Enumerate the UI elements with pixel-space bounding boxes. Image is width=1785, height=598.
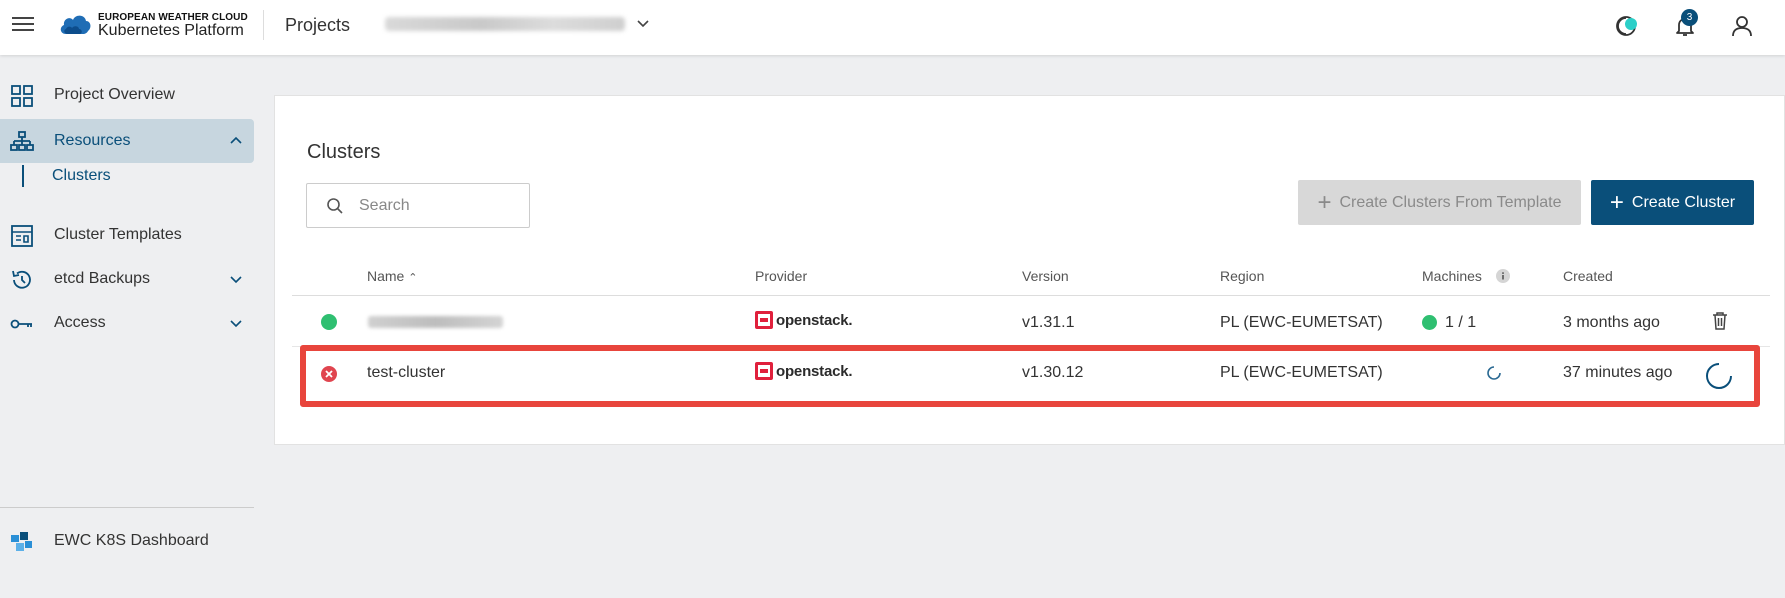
sidebar-item-etcd-backups[interactable]: etcd Backups — [0, 257, 254, 301]
sidebar-item-label: Cluster Templates — [54, 226, 182, 243]
dashboard-link-icon — [11, 532, 32, 551]
sidebar-item-label: Resources — [54, 132, 131, 149]
column-header-machines: Machines — [1422, 268, 1510, 284]
trash-icon[interactable] — [1711, 311, 1729, 331]
machines-count: 1 / 1 — [1445, 314, 1477, 331]
info-icon[interactable] — [1495, 269, 1510, 283]
column-header-label: Machines — [1422, 268, 1482, 284]
create-clusters-from-template-button[interactable]: + Create Clusters From Template — [1298, 180, 1581, 225]
brand-subtitle: Kubernetes Platform — [98, 22, 244, 39]
chevron-down-icon[interactable] — [228, 271, 244, 287]
template-icon — [11, 225, 33, 247]
openstack-logo: openstack. — [755, 311, 853, 329]
sidebar-item-clusters[interactable]: Clusters — [0, 163, 254, 189]
sidebar-item-project-overview[interactable]: Project Overview — [0, 73, 254, 117]
sitemap-icon — [10, 131, 34, 151]
sidebar-item-ewc-dashboard[interactable]: EWC K8S Dashboard — [0, 519, 254, 563]
provider-label: openstack. — [776, 311, 853, 329]
create-cluster-button[interactable]: + Create Cluster — [1591, 180, 1754, 225]
column-header-name[interactable]: Name ⌃ — [367, 268, 417, 284]
sort-ascending-icon[interactable]: ⌃ — [408, 272, 417, 284]
cluster-name-redacted[interactable] — [368, 316, 503, 328]
plus-icon: + — [1609, 188, 1624, 216]
search-input[interactable] — [359, 195, 519, 217]
sidebar-item-label: Clusters — [52, 167, 111, 184]
notification-badge: 3 — [1681, 9, 1698, 26]
created-time: 3 months ago — [1563, 314, 1660, 331]
history-icon — [12, 270, 31, 289]
grid-icon — [11, 85, 33, 107]
sidebar-item-label: EWC K8S Dashboard — [54, 532, 209, 549]
machines-status-icon — [1422, 315, 1437, 330]
button-label: Create Cluster — [1631, 193, 1736, 211]
sidebar-item-cluster-templates[interactable]: Cluster Templates — [0, 213, 254, 257]
cluster-version: v1.31.1 — [1022, 314, 1075, 331]
key-icon — [10, 319, 32, 329]
column-header-region: Region — [1220, 268, 1265, 284]
status-running-icon — [321, 314, 337, 330]
page-title: Clusters — [307, 141, 381, 163]
sidebar-item-label: Access — [54, 314, 106, 331]
project-name-redacted[interactable] — [385, 17, 625, 31]
sidebar-item-label: etcd Backups — [54, 270, 151, 287]
user-icon[interactable] — [1729, 13, 1755, 39]
chevron-down-icon[interactable] — [228, 315, 244, 331]
menu-icon[interactable] — [12, 14, 34, 36]
column-header-version: Version — [1022, 268, 1069, 284]
cluster-region: PL (EWC-EUMETSAT) — [1220, 314, 1383, 331]
column-header-provider: Provider — [755, 268, 808, 284]
chevron-up-icon[interactable] — [228, 133, 244, 149]
plus-icon: + — [1317, 188, 1332, 216]
sidebar: Project Overview Resources Clusters Clus… — [0, 55, 254, 598]
column-header-label: Name — [367, 268, 405, 284]
cloud-logo-icon[interactable] — [58, 10, 92, 40]
chevron-down-icon[interactable] — [634, 15, 652, 33]
search-box[interactable] — [306, 183, 530, 228]
sidebar-item-access[interactable]: Access — [0, 301, 254, 345]
table-header-divider — [292, 295, 1770, 296]
top-bar: EUROPEAN WEATHER CLOUD Kubernetes Platfo… — [0, 0, 1785, 55]
theme-toggle-icon[interactable] — [1614, 13, 1640, 39]
sidebar-item-label: Project Overview — [54, 86, 175, 103]
active-indicator — [22, 165, 24, 187]
openstack-icon — [755, 311, 773, 329]
header-divider — [263, 10, 264, 40]
highlight-box — [300, 345, 1760, 407]
button-label: Create Clusters From Template — [1339, 193, 1562, 211]
search-icon — [327, 198, 343, 214]
sidebar-divider — [0, 507, 254, 508]
column-header-created: Created — [1563, 268, 1613, 284]
projects-label: Projects — [285, 15, 351, 35]
sidebar-item-resources[interactable]: Resources — [0, 119, 254, 163]
